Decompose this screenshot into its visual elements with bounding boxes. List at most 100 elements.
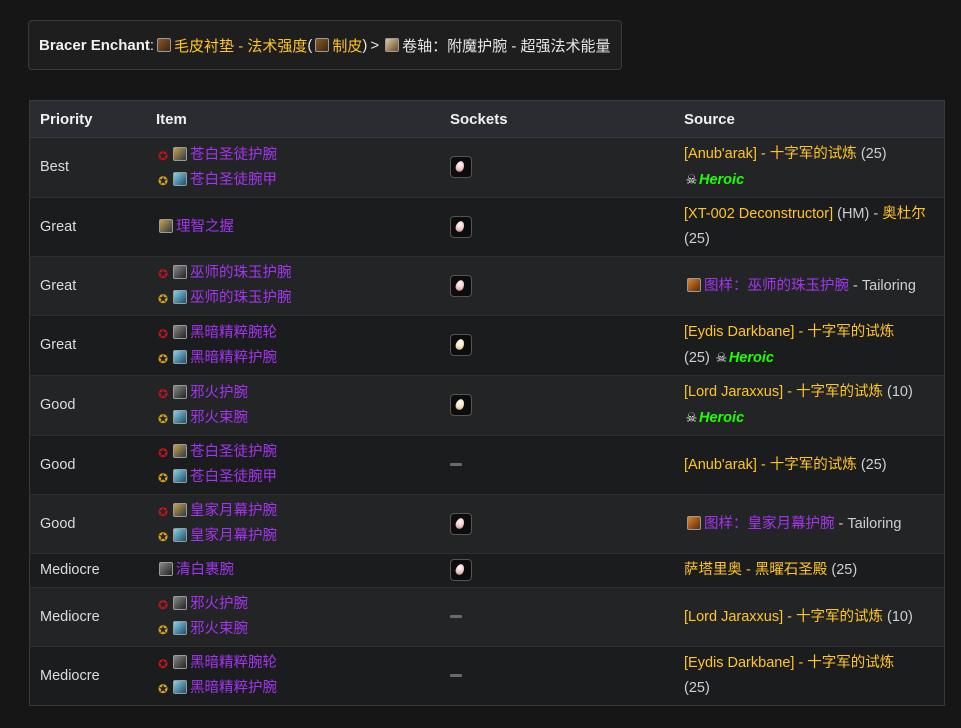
item-link[interactable]: 巫师的珠玉护腕 bbox=[190, 265, 292, 281]
prismatic-gem-socket-icon[interactable] bbox=[450, 274, 472, 297]
item-link[interactable]: 黑暗精粹腕轮 bbox=[190, 655, 277, 671]
priority-cell: Good bbox=[29, 375, 146, 436]
item-cell: ✪ 黑暗精粹腕轮 ✪ 黑暗精粹护腕 bbox=[146, 315, 440, 376]
horde-emblem-icon: ✪ bbox=[157, 326, 169, 341]
source-suffix: (10) bbox=[883, 384, 913, 400]
table-row: Great ✪ 巫师的珠玉护腕 ✪ 巫师的珠玉护腕 图样：巫师的珠玉护腕 - Tai… bbox=[29, 256, 945, 316]
item-link[interactable]: 邪火束腕 bbox=[190, 621, 248, 637]
source-cell: [Lord Jaraxxus] - 十字军的试炼 (10) bbox=[674, 587, 945, 647]
item-link[interactable]: 苍白圣徒护腕 bbox=[190, 147, 277, 163]
source-link[interactable]: [XT-002 Deconstructor] bbox=[684, 206, 833, 222]
source-link[interactable]: [Eydis Darkbane] - 十字军的试炼 bbox=[684, 655, 894, 671]
heroic-skull-icon: ☠ bbox=[715, 350, 728, 365]
table-row: Mediocre 清白裹腕 萨塔里奥 - 黑曜石圣殿 (25) bbox=[29, 553, 945, 588]
prismatic-gem-socket-icon[interactable] bbox=[450, 394, 472, 417]
alliance-emblem-icon: ✪ bbox=[157, 351, 169, 366]
prismatic-gem-socket-icon[interactable] bbox=[450, 512, 472, 535]
priority-cell: Great bbox=[29, 315, 146, 376]
prismatic-gem-socket-icon[interactable] bbox=[450, 215, 472, 238]
horde-emblem-icon: ✪ bbox=[157, 148, 169, 163]
prismatic-gem-socket-icon[interactable] bbox=[450, 156, 472, 179]
source-cell: [Anub'arak] - 十字军的试炼 (25) ☠ Heroic bbox=[674, 137, 945, 198]
alliance-emblem-icon: ✪ bbox=[157, 682, 169, 696]
no-socket-dash bbox=[450, 463, 462, 467]
item-link[interactable]: 黑暗精粹护腕 bbox=[190, 680, 277, 696]
profession-link[interactable]: 制皮 bbox=[332, 35, 362, 56]
item-cell: ✪ 巫师的珠玉护腕 ✪ 巫师的珠玉护腕 bbox=[146, 256, 440, 316]
pattern-profession: - Tailoring bbox=[834, 515, 902, 532]
bracer-gear-table: Priority Item Sockets Source Best ✪ 苍白圣徒护… bbox=[29, 100, 945, 706]
pattern-link[interactable]: 图样：巫师的珠玉护腕 bbox=[704, 278, 849, 294]
scroll-icon bbox=[385, 38, 400, 52]
alliance-emblem-icon: ✪ bbox=[157, 623, 169, 637]
item-icon bbox=[173, 503, 187, 517]
source-link[interactable]: [Lord Jaraxxus] - 十字军的试炼 bbox=[684, 609, 883, 625]
source-link[interactable]: [Anub'arak] - 十字军的试炼 bbox=[684, 146, 857, 162]
item-link[interactable]: 邪火护腕 bbox=[190, 385, 248, 401]
enchant-label: Bracer Enchant bbox=[39, 36, 150, 54]
item-link[interactable]: 黑暗精粹护腕 bbox=[190, 350, 277, 366]
item-cell: 清白裹腕 bbox=[146, 553, 440, 588]
leatherworking-icon bbox=[315, 38, 330, 52]
source-link[interactable]: 萨塔里奥 - 黑曜石圣殿 bbox=[684, 562, 827, 578]
table-row: Mediocre ✪ 邪火护腕 ✪ 邪火束腕 [Lord Jaraxxus] - 十… bbox=[29, 587, 945, 647]
heroic-skull-icon: ☠ bbox=[685, 410, 698, 425]
table-row: Mediocre ✪ 黑暗精粹腕轮 ✪ 黑暗精粹护腕 [Eydis Darkbane… bbox=[29, 646, 945, 706]
item-icon bbox=[173, 265, 187, 279]
or-arrow: > bbox=[370, 36, 380, 54]
source-link[interactable]: [Lord Jaraxxus] - 十字军的试炼 bbox=[684, 384, 883, 400]
priority-cell: Mediocre bbox=[29, 553, 146, 588]
table-row: Good ✪ 苍白圣徒护腕 ✪ 苍白圣徒腕甲 [Anub'arak] - 十字军的试… bbox=[29, 435, 945, 495]
alliance-emblem-icon: ✪ bbox=[157, 173, 169, 188]
zone-link[interactable]: 奥杜尔 bbox=[882, 206, 926, 222]
source-link[interactable]: [Eydis Darkbane] - 十字军的试炼 bbox=[684, 324, 894, 340]
source-cell: [Eydis Darkbane] - 十字军的试炼 (25) bbox=[674, 646, 945, 706]
horde-emblem-icon: ✪ bbox=[157, 386, 169, 401]
heroic-tag: Heroic bbox=[699, 172, 745, 188]
socket-cell bbox=[440, 315, 674, 376]
source-suffix: (25) bbox=[856, 146, 887, 162]
source-cell: 图样：皇家月幕护腕 - Tailoring bbox=[674, 494, 945, 554]
item-icon bbox=[173, 409, 187, 424]
source-cell: [Lord Jaraxxus] - 十字军的试炼 (10) ☠ Heroic bbox=[674, 375, 945, 436]
source-cell: 图样：巫师的珠玉护腕 - Tailoring bbox=[674, 256, 945, 316]
enchant-link-scroll[interactable]: 卷轴：附魔护腕 - 超强法术能量 bbox=[402, 35, 610, 56]
source-suffix: (25) bbox=[684, 680, 710, 696]
item-link[interactable]: 理智之握 bbox=[176, 219, 234, 235]
item-link[interactable]: 巫师的珠玉护腕 bbox=[190, 290, 292, 306]
item-link[interactable]: 清白裹腕 bbox=[176, 562, 234, 578]
socket-cell bbox=[440, 587, 674, 647]
pattern-icon bbox=[687, 277, 701, 292]
enchant-link-fur-lining[interactable]: 毛皮衬垫 - 法术强度 bbox=[174, 35, 307, 56]
item-link[interactable]: 皇家月幕护腕 bbox=[190, 528, 277, 544]
item-icon bbox=[173, 528, 187, 542]
item-link[interactable]: 苍白圣徒腕甲 bbox=[190, 469, 277, 485]
prismatic-gem-socket-icon[interactable] bbox=[450, 334, 472, 357]
horde-emblem-icon: ✪ bbox=[157, 267, 169, 281]
item-icon bbox=[173, 349, 187, 364]
priority-cell: Great bbox=[29, 197, 146, 257]
item-link[interactable]: 苍白圣徒腕甲 bbox=[190, 172, 277, 188]
source-link[interactable]: [Anub'arak] - 十字军的试炼 bbox=[684, 457, 857, 473]
item-link[interactable]: 黑暗精粹腕轮 bbox=[190, 325, 277, 341]
table-row: Good ✪ 邪火护腕 ✪ 邪火束腕 [Lord Jaraxxus] - 十字军的试… bbox=[29, 375, 945, 436]
horde-emblem-icon: ✪ bbox=[157, 505, 169, 519]
prismatic-gem-socket-icon[interactable] bbox=[450, 559, 472, 582]
item-cell: ✪ 皇家月幕护腕 ✪ 皇家月幕护腕 bbox=[146, 494, 440, 554]
pattern-link[interactable]: 图样：皇家月幕护腕 bbox=[704, 516, 835, 532]
priority-cell: Good bbox=[29, 435, 146, 495]
source-suffix: (25) bbox=[684, 350, 714, 366]
source-cell: 萨塔里奥 - 黑曜石圣殿 (25) bbox=[674, 553, 945, 588]
priority-cell: Mediocre bbox=[29, 646, 146, 706]
socket-cell bbox=[440, 137, 674, 198]
item-icon bbox=[173, 146, 187, 161]
pattern-icon bbox=[687, 515, 701, 530]
item-link[interactable]: 皇家月幕护腕 bbox=[190, 503, 277, 519]
item-link[interactable]: 邪火束腕 bbox=[190, 410, 248, 426]
heroic-tag: Heroic bbox=[728, 350, 774, 366]
paren-open: ( bbox=[307, 36, 313, 54]
item-link[interactable]: 邪火护腕 bbox=[190, 596, 248, 612]
item-cell: ✪ 邪火护腕 ✪ 邪火束腕 bbox=[146, 587, 440, 647]
item-icon bbox=[173, 324, 187, 339]
item-link[interactable]: 苍白圣徒护腕 bbox=[190, 444, 277, 460]
